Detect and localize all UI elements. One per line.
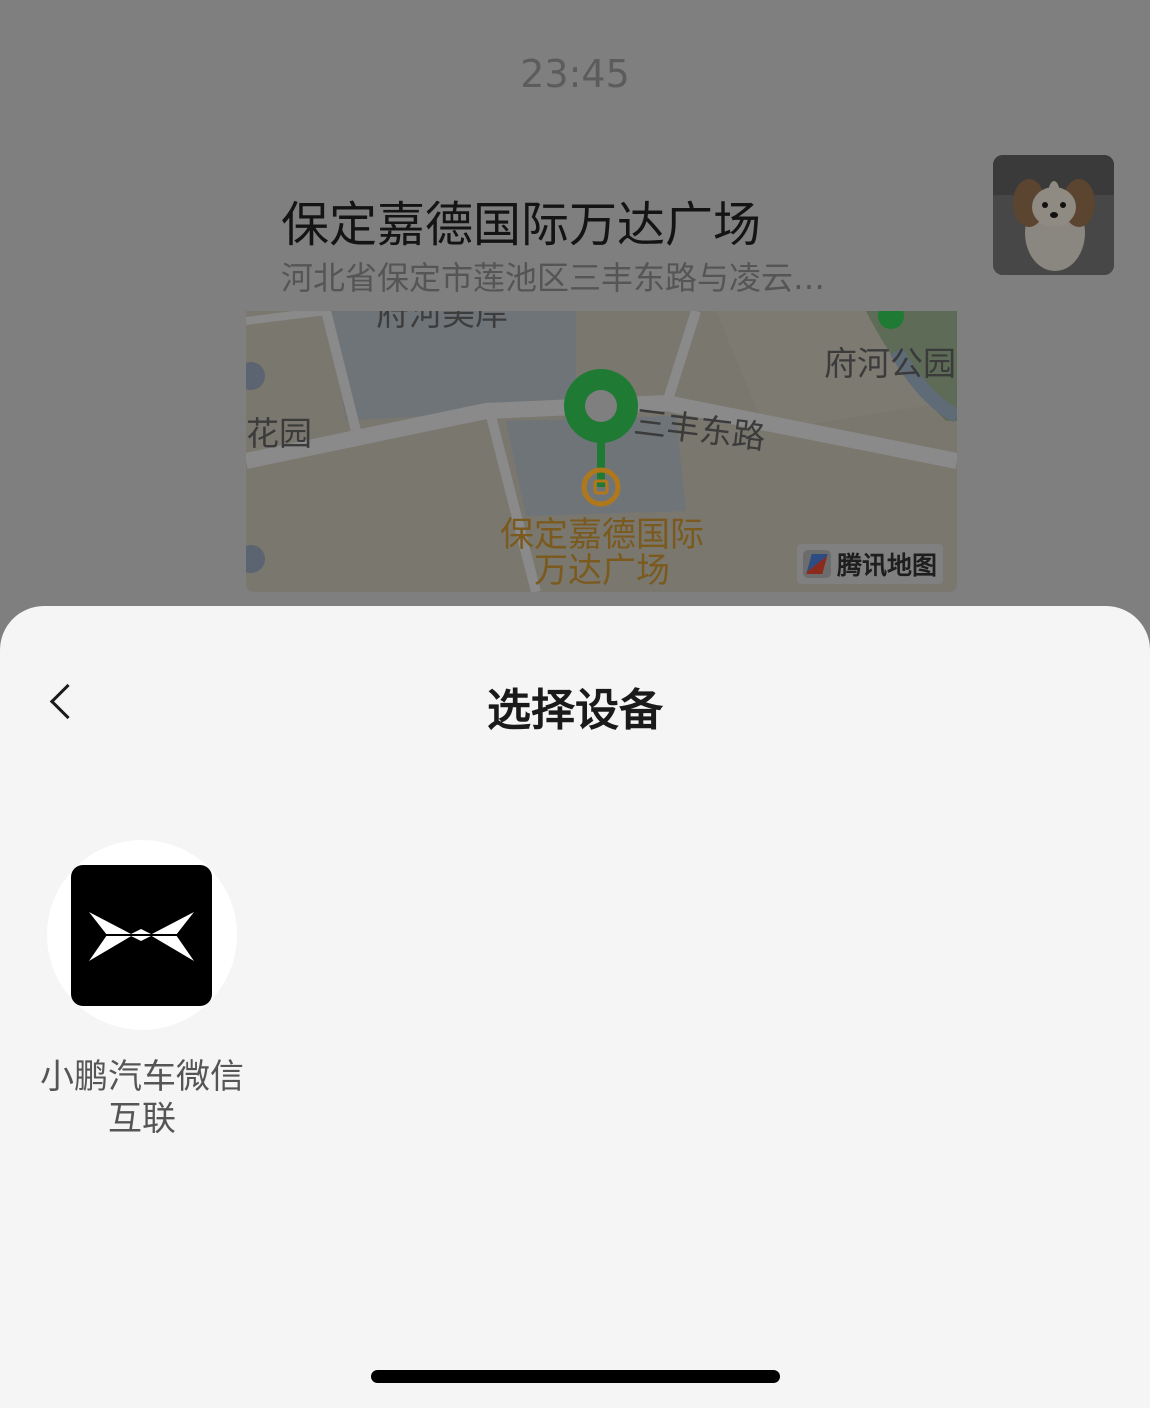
message-timestamp: 23:45 xyxy=(520,52,630,96)
location-title: 保定嘉德国际万达广场 xyxy=(281,197,762,253)
sheet-title: 选择设备 xyxy=(487,685,663,736)
map-label-park: 府河公园 xyxy=(824,344,956,383)
avatar[interactable] xyxy=(993,155,1114,275)
location-header: 保定嘉德国际万达广场 河北省保定市莲池区三丰东路与凌云… xyxy=(246,155,957,311)
device-name: 小鹏汽车微信互联 xyxy=(40,1057,244,1139)
chat-background: 23:45 保定嘉德国际万达广场 河北省保定市莲池区三丰东路与凌云… 府河美岸 … xyxy=(0,0,1150,620)
location-address: 河北省保定市莲池区三丰东路与凌云… xyxy=(281,259,826,297)
location-message-bubble[interactable]: 保定嘉德国际万达广场 河北省保定市莲池区三丰东路与凌云… 府河美岸 府河公园 三… xyxy=(246,155,957,592)
home-indicator[interactable] xyxy=(371,1370,780,1383)
location-map[interactable]: 府河美岸 府河公园 三丰东路 花园 保定嘉德国际万达广场 腾讯地图 xyxy=(246,311,957,592)
map-poi-label: 保定嘉德国际万达广场 xyxy=(500,515,704,591)
tencent-map-badge: 腾讯地图 xyxy=(796,544,943,584)
device-item-xpeng[interactable]: 小鹏汽车微信互联 xyxy=(40,840,244,1140)
map-label-partial: 府河美岸 xyxy=(376,311,508,333)
device-picker-sheet: 选择设备 小鹏汽车微信互联 xyxy=(0,606,1150,1408)
map-provider: 腾讯地图 xyxy=(836,551,937,580)
map-label-garden: 花园 xyxy=(246,414,312,453)
device-icon-circle[interactable] xyxy=(47,840,237,1030)
xpeng-logo-icon xyxy=(71,865,212,1006)
bubble-tail xyxy=(957,202,970,226)
dog-avatar-icon xyxy=(993,155,1114,275)
tencent-map-logo-icon xyxy=(802,550,831,578)
